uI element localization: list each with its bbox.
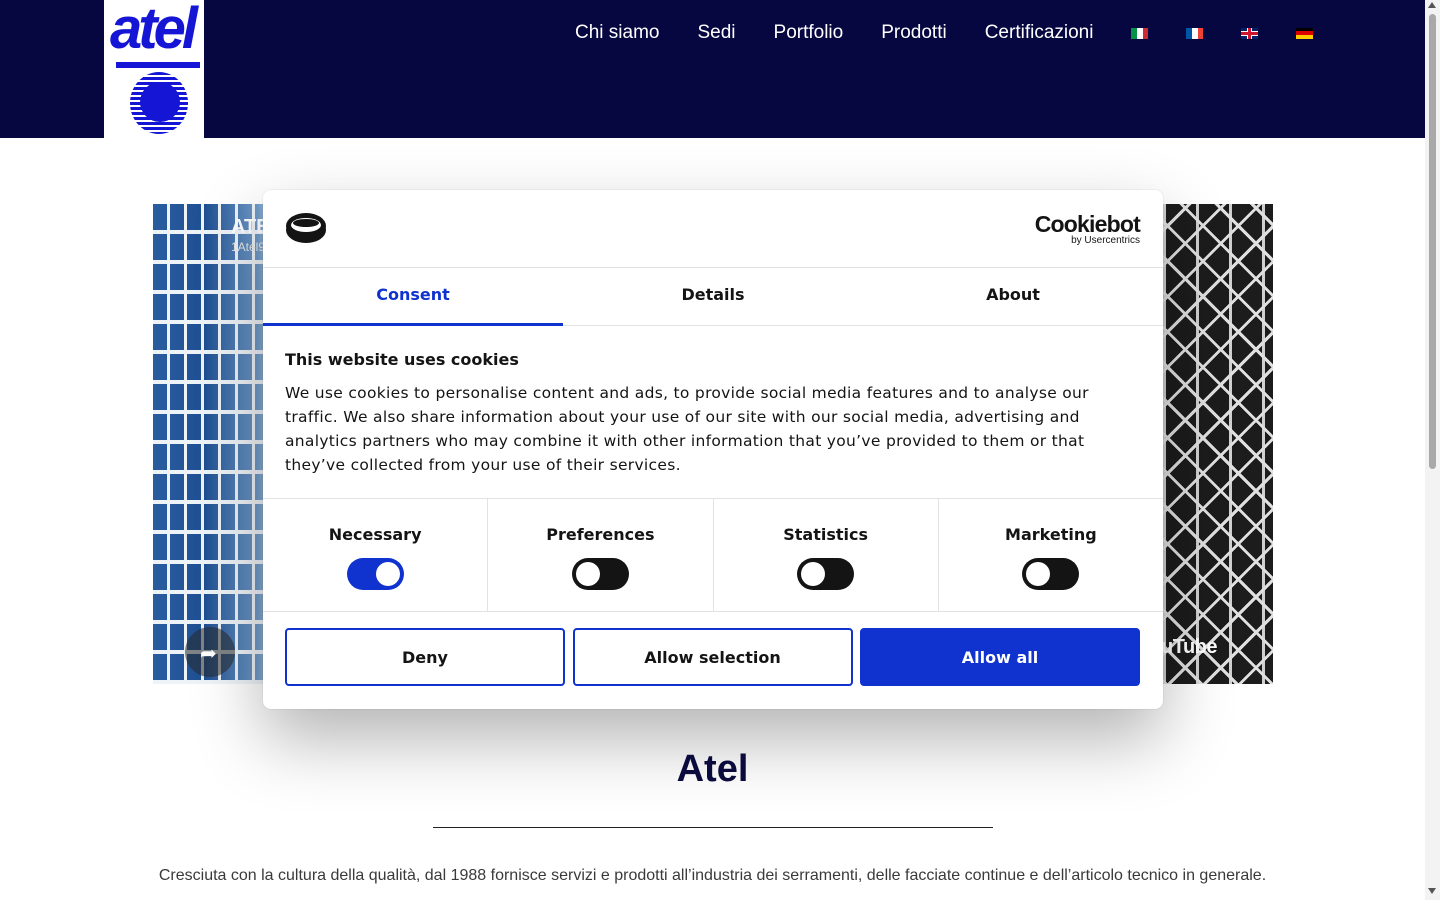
toggle-necessary: Necessary (263, 499, 489, 611)
share-button[interactable]: ➦ (185, 627, 235, 677)
share-icon: ➦ (200, 641, 217, 665)
site-header: atel Chi siamo Sedi Portfolio Prodotti C… (0, 0, 1425, 138)
toggle-marketing: Marketing (939, 499, 1163, 611)
logo-bar (116, 62, 200, 68)
nav-prodotti[interactable]: Prodotti (881, 22, 946, 44)
dialog-text: We use cookies to personalise content an… (285, 384, 1089, 474)
brand-name: Cookiebot (1034, 211, 1141, 237)
toggle-label: Necessary (328, 525, 422, 544)
toggle-label: Marketing (1005, 525, 1097, 544)
preferences-switch[interactable] (571, 558, 629, 590)
brand-by: by Usercentrics (1071, 235, 1140, 246)
logo-globe-core (140, 82, 180, 122)
nav-portfolio[interactable]: Portfolio (774, 22, 844, 44)
nav-chi-siamo[interactable]: Chi siamo (575, 22, 659, 44)
switch-knob (1026, 562, 1051, 586)
scroll-down-icon[interactable] (1428, 888, 1436, 894)
scroll-thumb[interactable] (1429, 14, 1436, 469)
toggle-preferences: Preferences (488, 499, 714, 611)
page-title: Atel (676, 748, 749, 790)
nav-sedi[interactable]: Sedi (697, 22, 735, 44)
cookiebot-brand[interactable]: Cookiebot by Usercentrics (1034, 211, 1141, 246)
fr-flag-icon[interactable] (1186, 27, 1204, 39)
marketing-switch[interactable] (1022, 558, 1080, 590)
switch-knob (375, 562, 400, 586)
toggle-label: Preferences (546, 525, 655, 544)
dialog-buttons: Deny Allow selection Allow all (285, 628, 1140, 686)
toggle-label: Statistics (783, 525, 868, 544)
video-channel[interactable]: 1Atel9 (231, 240, 265, 254)
dialog-title: This website uses cookies (285, 350, 519, 369)
switch-knob (801, 562, 826, 586)
nav-certificazioni[interactable]: Certificazioni (985, 22, 1094, 44)
dialog-body: This website uses cookies We use cookies… (285, 350, 1105, 477)
uk-flag-icon[interactable] (1241, 27, 1259, 39)
tab-details[interactable]: Details (563, 268, 863, 325)
scroll-up-icon[interactable] (1428, 2, 1436, 8)
allow-selection-button[interactable]: Allow selection (572, 628, 853, 686)
necessary-switch[interactable] (346, 558, 404, 590)
allow-all-button[interactable]: Allow all (860, 628, 1140, 686)
tab-about[interactable]: About (863, 268, 1163, 325)
intro-text: Cresciuta con la cultura della qualità, … (158, 867, 1267, 884)
logo-wordmark: atel (110, 0, 198, 61)
deny-button[interactable]: Deny (285, 628, 565, 686)
dialog-header: Cookiebot by Usercentrics (263, 190, 1163, 268)
dialog-tabs: Consent Details About (263, 268, 1163, 326)
it-flag-icon[interactable] (1131, 27, 1149, 39)
main-nav: Chi siamo Sedi Portfolio Prodotti Certif… (556, 22, 1332, 44)
cookie-consent-dialog: Cookiebot by Usercentrics Consent Detail… (263, 190, 1163, 709)
site-logo[interactable]: atel (104, 0, 204, 138)
page-scrollbar[interactable] (1425, 0, 1440, 900)
tab-consent[interactable]: Consent (263, 268, 563, 326)
de-flag-icon[interactable] (1296, 27, 1314, 39)
switch-knob (575, 562, 600, 586)
cookie-icon (286, 213, 326, 243)
consent-toggles: Necessary Preferences Statistics Marketi… (263, 498, 1163, 612)
toggle-statistics: Statistics (714, 499, 939, 611)
statistics-switch[interactable] (797, 558, 855, 590)
title-divider (433, 827, 993, 828)
